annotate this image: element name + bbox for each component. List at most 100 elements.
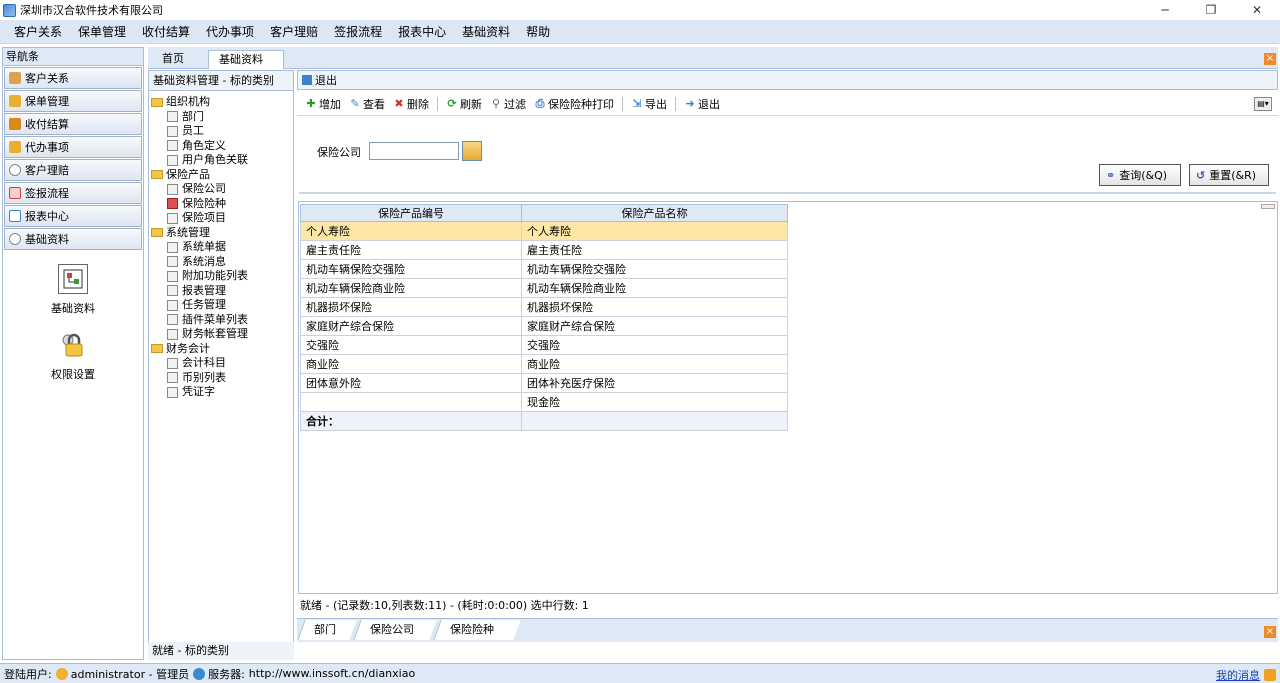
column-header-product-code[interactable]: 保险产品编号 [300,204,522,222]
tab-home[interactable]: 首页 [152,50,194,69]
document-icon [167,154,178,166]
tree-leaf[interactable]: 报表管理 [149,284,293,299]
nav-item-approval-flow[interactable]: 签报流程 [4,182,142,204]
close-bottom-tab-icon[interactable]: × [1264,626,1276,638]
my-messages-link[interactable]: 我的消息 [1216,667,1276,683]
menu-report-center[interactable]: 报表中心 [390,23,454,40]
print-button[interactable]: ⎙ 保险险种打印 [534,96,614,112]
tree-leaf-selected[interactable]: 保险险种 [149,197,293,212]
table-cell: 机器损坏保险 [300,297,522,317]
table-cell: 团体补充医疗保险 [521,373,788,393]
nav-item-basic-data[interactable]: 基础资料 [4,228,142,250]
nav-item-customer-relations[interactable]: 客户关系 [4,67,142,89]
table-row[interactable]: 机动车辆保险商业险 机动车辆保险商业险 [300,278,788,298]
bottom-tab-department[interactable]: 部门 [297,620,357,640]
tree-leaf[interactable]: 会计科目 [149,356,293,371]
document-icon [167,140,178,152]
nav-shortcut-permissions[interactable]: 权限设置 [3,330,143,382]
menu-settlement[interactable]: 收付结算 [134,23,198,40]
nav-item-report-center[interactable]: 报表中心 [4,205,142,227]
table-row-selected[interactable]: 个人寿险 个人寿险 [300,221,788,241]
document-icon [167,314,178,326]
table-row[interactable]: 机动车辆保险交强险 机动车辆保险交强险 [300,259,788,279]
refresh-button[interactable]: ⟳ 刷新 [446,96,482,112]
table-row[interactable]: 团体意外险 团体补充医疗保险 [300,373,788,393]
menu-basic-data[interactable]: 基础资料 [454,23,518,40]
tree-leaf[interactable]: 插件菜单列表 [149,313,293,328]
table-row[interactable]: 机器损坏保险 机器损坏保险 [300,297,788,317]
bottom-tab-insurance-company[interactable]: 保险公司 [353,620,437,640]
toolbar-separator [437,96,438,111]
tree-leaf[interactable]: 保险公司 [149,182,293,197]
user-icon [55,667,68,680]
bottom-tab-insurance-type[interactable]: 保险险种 [433,620,521,640]
table-row[interactable]: 雇主责任险 雇主责任险 [300,240,788,260]
tree-leaf[interactable]: 员工 [149,124,293,139]
menu-policy-management[interactable]: 保单管理 [70,23,134,40]
query-button[interactable]: ⚭ 查询(&Q) [1099,164,1181,186]
tab-basic-data[interactable]: 基础资料 [208,50,284,69]
minimize-button[interactable]: ─ [1142,0,1188,20]
nav-item-settlement[interactable]: 收付结算 [4,113,142,135]
close-window-button[interactable]: ✕ [1234,0,1280,20]
tree-leaf[interactable]: 财务帐套管理 [149,327,293,342]
exit-icon: ➜ [685,97,695,110]
tree-node-label: 保险项目 [182,211,226,225]
nav-item-label: 保单管理 [25,95,69,108]
tree-leaf[interactable]: 系统消息 [149,255,293,270]
nav-item-label: 客户关系 [25,72,69,85]
export-button[interactable]: ⇲ 导出 [631,96,667,112]
view-button[interactable]: ✎ 查看 [349,96,385,112]
tree-leaf[interactable]: 用户角色关联 [149,153,293,168]
nav-shortcut-basic-data[interactable]: 基础资料 [3,264,143,316]
tree-leaf[interactable]: 凭证字 [149,385,293,400]
menu-todo[interactable]: 代办事项 [198,23,262,40]
tree-leaf[interactable]: 附加功能列表 [149,269,293,284]
menu-help[interactable]: 帮助 [518,23,558,40]
table-row[interactable]: 商业险 商业险 [300,354,788,374]
exit-button[interactable]: ➜ 退出 [684,96,720,112]
add-button[interactable]: ✚ 增加 [305,96,341,112]
add-label: 增加 [319,97,341,111]
menu-customer-relations[interactable]: 客户关系 [6,23,70,40]
tree-folder[interactable]: 财务会计 [149,342,293,357]
menu-approval-flow[interactable]: 签报流程 [326,23,390,40]
tree-node-label: 用户角色关联 [182,153,248,167]
tree-leaf[interactable]: 保险项目 [149,211,293,226]
column-header-product-name[interactable]: 保险产品名称 [521,204,788,222]
table-row[interactable]: 现金险 [300,392,788,412]
top-exit-button[interactable]: 退出 [315,72,337,88]
close-tab-icon[interactable]: × [1264,53,1276,65]
title-bar: 深圳市汉合软件技术有限公司 ─ ❐ ✕ [0,0,1280,20]
filter-button[interactable]: ⚲ 过滤 [490,96,526,112]
binoculars-icon: ⚭ [1106,168,1116,182]
tree-folder[interactable]: 保险产品 [149,168,293,183]
nav-item-todo[interactable]: 代办事项 [4,136,142,158]
tree-leaf[interactable]: 角色定义 [149,139,293,154]
nav-header: 导航条 [3,48,143,66]
grid-options-menu-icon[interactable]: ▤▾ [1254,97,1272,111]
server-url: http://www.inssoft.cn/dianxiao [248,667,416,680]
document-icon [167,125,178,137]
tree-leaf[interactable]: 系统单据 [149,240,293,255]
table-row[interactable]: 家庭财产综合保险 家庭财产综合保险 [300,316,788,336]
table-cell: 机动车辆保险交强险 [521,259,788,279]
nav-item-claims[interactable]: 客户理赔 [4,159,142,181]
picker-icon[interactable] [462,141,482,161]
table-row[interactable]: 交强险 交强险 [300,335,788,355]
delete-button[interactable]: ✖ 删除 [393,96,429,112]
tree-leaf[interactable]: 部门 [149,110,293,125]
reset-button[interactable]: ↺ 重置(&R) [1189,164,1269,186]
tree-leaf[interactable]: 任务管理 [149,298,293,313]
maximize-button[interactable]: ❐ [1188,0,1234,20]
menu-claims[interactable]: 客户理赔 [262,23,326,40]
tree-leaf[interactable]: 币别列表 [149,371,293,386]
insurance-company-input[interactable] [369,142,459,160]
grid-settings-icon[interactable] [1261,204,1275,209]
tree-folder[interactable]: 系统管理 [149,226,293,241]
report-icon [9,210,21,222]
nav-item-label: 代办事项 [25,141,69,154]
nav-item-policy-management[interactable]: 保单管理 [4,90,142,112]
tree-node-label: 会计科目 [182,356,226,370]
tree-folder[interactable]: 组织机构 [149,95,293,110]
